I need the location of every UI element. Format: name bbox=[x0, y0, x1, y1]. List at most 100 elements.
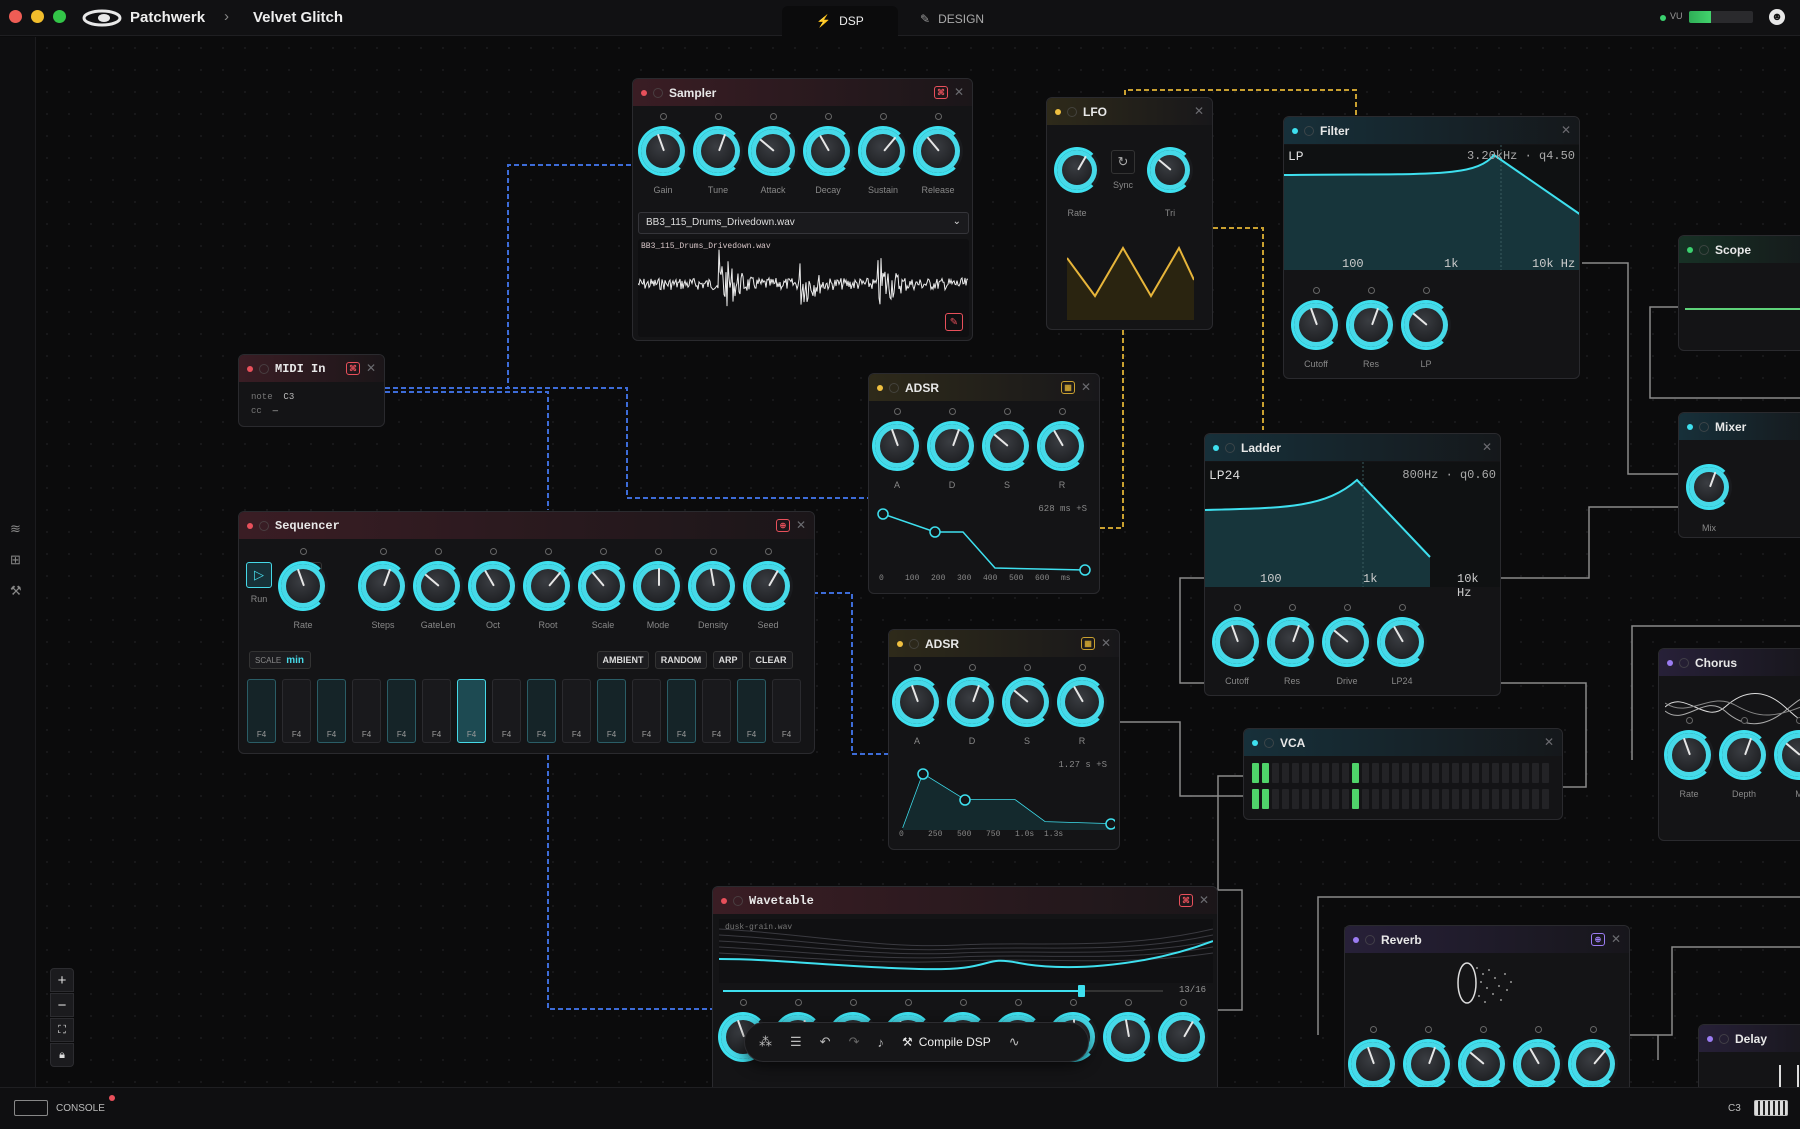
knob-1[interactable] bbox=[1346, 300, 1396, 350]
zoom-in-button[interactable]: + bbox=[50, 968, 74, 992]
scale-selector[interactable]: SCALE min bbox=[249, 651, 311, 669]
close-icon[interactable]: ✕ bbox=[366, 361, 376, 375]
adsr2-header[interactable]: ADSR ▦ ✕ bbox=[889, 630, 1119, 657]
close-icon[interactable]: ✕ bbox=[954, 85, 964, 99]
mod-port[interactable] bbox=[1368, 287, 1375, 294]
ladder-response-graph[interactable]: LP24 800Hz · q0.60 bbox=[1205, 462, 1500, 587]
power-icon[interactable] bbox=[1699, 244, 1709, 255]
reverb-module[interactable]: Reverb ⊕ ✕ bbox=[1344, 925, 1630, 1087]
knob-8[interactable] bbox=[743, 561, 793, 611]
knob-3[interactable] bbox=[468, 561, 518, 611]
knob-6[interactable] bbox=[633, 561, 683, 611]
adsr2-envelope-graph[interactable]: 1.27 s +S 0 250 500 750 1.0s 1.3s bbox=[895, 758, 1117, 844]
power-icon[interactable] bbox=[1719, 1033, 1729, 1044]
mod-port[interactable] bbox=[660, 113, 667, 120]
sequencer-step[interactable]: F4 bbox=[562, 679, 591, 743]
mod-port[interactable] bbox=[715, 113, 722, 120]
mod-port[interactable] bbox=[1796, 717, 1800, 724]
power-icon[interactable] bbox=[1225, 442, 1235, 453]
reverb-header[interactable]: Reverb ⊕ ✕ bbox=[1345, 926, 1629, 953]
mod-port[interactable] bbox=[1590, 1026, 1597, 1033]
mod-port[interactable] bbox=[1015, 999, 1022, 1006]
wavetable-icon[interactable]: ⌘ bbox=[1179, 894, 1193, 907]
mod-port[interactable] bbox=[969, 664, 976, 671]
ladder-module[interactable]: Ladder ✕ LP24 800Hz · q0.60 100 1k 10k Hz… bbox=[1204, 433, 1501, 696]
sequencer-step[interactable]: F4 bbox=[772, 679, 801, 743]
console-toggle[interactable]: CONSOLE bbox=[14, 1100, 105, 1116]
scope-header[interactable]: Scope bbox=[1679, 236, 1800, 263]
knob-3[interactable] bbox=[1057, 677, 1107, 727]
wavetable-header[interactable]: Wavetable ⌘ ✕ bbox=[713, 887, 1217, 914]
power-icon[interactable] bbox=[259, 363, 269, 374]
power-icon[interactable] bbox=[259, 520, 269, 531]
tree-icon[interactable]: ⊞ bbox=[10, 552, 21, 568]
clear-button[interactable]: CLEAR bbox=[749, 651, 793, 669]
filter-response-graph[interactable]: LP 3.20kHz · q4.50 bbox=[1284, 145, 1579, 270]
midi-header[interactable]: MIDI In ⌘ ✕ bbox=[239, 355, 384, 382]
clock-icon[interactable]: ⊕ bbox=[776, 519, 790, 532]
envelope-icon[interactable]: ▦ bbox=[1081, 637, 1095, 650]
mod-port[interactable] bbox=[1313, 287, 1320, 294]
mod-port[interactable] bbox=[710, 548, 717, 555]
power-icon[interactable] bbox=[909, 638, 919, 649]
mod-port[interactable] bbox=[894, 408, 901, 415]
sequencer-step[interactable]: F4 bbox=[632, 679, 661, 743]
mod-port[interactable] bbox=[1423, 287, 1430, 294]
sample-file-select[interactable]: BB3_115_Drums_Drivedown.wav ⌄ bbox=[638, 212, 969, 234]
mod-port[interactable] bbox=[770, 113, 777, 120]
close-icon[interactable]: ✕ bbox=[1611, 932, 1621, 946]
power-icon[interactable] bbox=[653, 87, 663, 98]
close-icon[interactable]: ✕ bbox=[1194, 104, 1204, 118]
close-icon[interactable]: ✕ bbox=[1544, 735, 1554, 749]
mod-port[interactable] bbox=[435, 548, 442, 555]
adsr-module-2[interactable]: ADSR ▦ ✕ ADSR 1.27 s +S 0 250 500 750 1.0s 1.3… bbox=[888, 629, 1120, 850]
lfo-module[interactable]: LFO ✕ Rate ↻ Sync Tri bbox=[1046, 97, 1213, 330]
power-icon[interactable] bbox=[1679, 657, 1689, 668]
close-icon[interactable]: ✕ bbox=[1081, 380, 1091, 394]
close-icon[interactable]: ✕ bbox=[1482, 440, 1492, 454]
mod-port[interactable] bbox=[1686, 717, 1693, 724]
mod-port[interactable] bbox=[1234, 604, 1241, 611]
redo-icon[interactable]: ↷ bbox=[849, 1034, 860, 1050]
knob-4[interactable] bbox=[1568, 1039, 1618, 1087]
fit-view-button[interactable]: ⛶ bbox=[50, 1018, 74, 1042]
sampler-module[interactable]: Sampler ⌘ ✕ Gain Tune Attack Decay Sustain Rel… bbox=[632, 78, 973, 341]
lfo-tri-knob[interactable] bbox=[1147, 147, 1193, 193]
power-icon[interactable] bbox=[889, 382, 899, 393]
ladder-header[interactable]: Ladder ✕ bbox=[1205, 434, 1500, 461]
mod-port[interactable] bbox=[380, 548, 387, 555]
close-icon[interactable]: ✕ bbox=[1199, 893, 1209, 907]
sequencer-step[interactable]: F4 bbox=[702, 679, 731, 743]
knob-2[interactable] bbox=[1774, 730, 1800, 780]
power-icon[interactable] bbox=[1067, 106, 1077, 117]
knob-5[interactable] bbox=[578, 561, 628, 611]
knob-3[interactable] bbox=[1377, 617, 1427, 667]
mod-port[interactable] bbox=[1059, 408, 1066, 415]
sequencer-module[interactable]: Sequencer ⊕✕ ▷ Run ↻ Sync RateStepsGateL… bbox=[238, 511, 815, 754]
envelope-icon[interactable]: ▦ bbox=[1061, 381, 1075, 394]
knob-0[interactable] bbox=[1291, 300, 1341, 350]
power-icon[interactable] bbox=[1699, 421, 1709, 432]
knob-1[interactable] bbox=[1719, 730, 1769, 780]
knob-7[interactable] bbox=[1103, 1012, 1153, 1062]
power-icon[interactable] bbox=[733, 895, 743, 906]
mod-port[interactable] bbox=[1344, 604, 1351, 611]
knob-5[interactable] bbox=[913, 126, 963, 176]
sequencer-step[interactable]: F4 bbox=[352, 679, 381, 743]
mod-port[interactable] bbox=[850, 999, 857, 1006]
knob-4[interactable] bbox=[523, 561, 573, 611]
arp-button[interactable]: ARP bbox=[713, 651, 743, 669]
adsr1-envelope-graph[interactable]: 628 ms +S 0 100 200 300 400 500 600 ms bbox=[875, 502, 1095, 588]
slider-thumb[interactable] bbox=[1077, 985, 1085, 997]
vca-header[interactable]: VCA ✕ bbox=[1244, 729, 1562, 756]
mod-port[interactable] bbox=[949, 408, 956, 415]
wavetable-display[interactable]: dusk-grain.wav bbox=[719, 919, 1213, 983]
knob-2[interactable] bbox=[982, 421, 1032, 471]
mod-port[interactable] bbox=[1289, 604, 1296, 611]
knob-2[interactable] bbox=[748, 126, 798, 176]
sync-button[interactable]: ↻ bbox=[1111, 150, 1135, 174]
mod-port[interactable] bbox=[1370, 1026, 1377, 1033]
sequencer-header[interactable]: Sequencer ⊕ ✕ bbox=[239, 512, 814, 539]
knob-4[interactable] bbox=[858, 126, 908, 176]
knob-1[interactable] bbox=[358, 561, 408, 611]
